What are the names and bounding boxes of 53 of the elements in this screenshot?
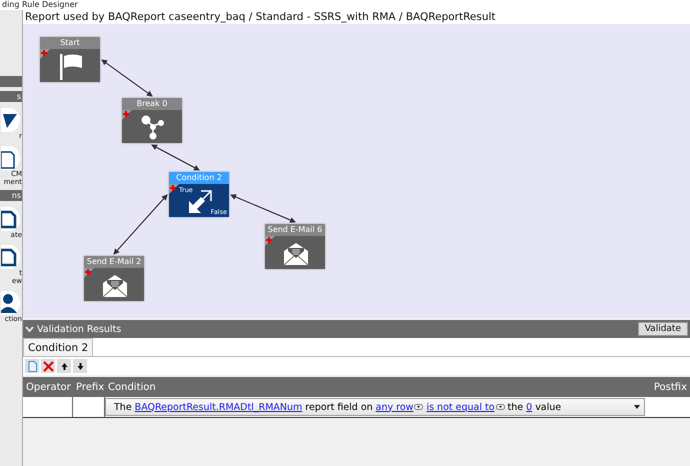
condition-text: the: [508, 402, 524, 412]
workflow-node[interactable]: Send E-Mail 6: [265, 224, 325, 269]
connector-arrow: [113, 194, 168, 255]
section-header: s: [0, 91, 22, 102]
field-link[interactable]: BAQReportResult.RMADtl_RMANum: [134, 402, 302, 412]
column-header: Operator: [25, 382, 72, 392]
option-link[interactable]: is not equal to: [426, 402, 495, 412]
condition-text: report field on: [305, 402, 373, 412]
close-icon: [42, 360, 54, 372]
node-title: Start: [40, 37, 100, 49]
branch-icon: [140, 113, 166, 141]
chevron-icon[interactable]: [25, 326, 34, 332]
node-title: Condition 2: [169, 172, 229, 184]
dropdown-arrow-icon[interactable]: [634, 405, 640, 409]
workflow-node[interactable]: Start: [40, 37, 100, 82]
column-header: Condition: [107, 382, 157, 392]
option-link[interactable]: any row: [376, 402, 414, 412]
workflow-node[interactable]: Send E-Mail 2: [84, 256, 144, 301]
flag-icon: [58, 52, 84, 80]
section-header: ns: [0, 190, 22, 201]
document-icon: [26, 360, 38, 372]
condition-text: value: [535, 402, 562, 412]
validate-button[interactable]: Validate: [638, 322, 688, 336]
arrow-up-icon: [58, 360, 70, 372]
dropdown-arrow-icon[interactable]: [496, 404, 505, 410]
window-title: ding Rule Designer: [0, 0, 690, 10]
connector-arrow: [101, 59, 153, 97]
breadcrumb: Report used by BAQReport caseentry_baq / Standard - SSRS_with RMA / BAQReportResult: [23, 10, 690, 24]
new-document-button[interactable]: [25, 359, 39, 373]
connector-arrow: [151, 144, 200, 170]
node-title: Break 0: [122, 98, 182, 110]
node-title: Send E-Mail 2: [84, 256, 144, 268]
workflow-node[interactable]: Break 0: [122, 98, 182, 143]
document-icon[interactable]: [1, 146, 21, 170]
arrow-down-icon: [74, 360, 86, 372]
dropdown-arrow-icon[interactable]: [414, 404, 424, 410]
plus-icon[interactable]: [169, 184, 179, 194]
column-header: Prefix: [75, 382, 105, 392]
condition-dropdown[interactable]: The BAQReportResult.RMADtl_RMANum report field on any row is not equal to the 0 value: [105, 398, 645, 416]
field-link[interactable]: 0: [526, 402, 532, 412]
page-icon[interactable]: [1, 245, 21, 269]
connector-arrow: [230, 194, 296, 223]
triangle-icon[interactable]: [1, 108, 21, 132]
column-header: Postfix: [652, 382, 688, 392]
move-up-button[interactable]: [57, 359, 71, 373]
tab[interactable]: Condition 2: [23, 338, 94, 356]
condition-text: The: [114, 402, 132, 412]
move-down-button[interactable]: [73, 359, 87, 373]
node-title: Send E-Mail 6: [265, 224, 325, 236]
person-icon[interactable]: [1, 291, 21, 315]
page-icon[interactable]: [1, 207, 21, 231]
validation-title: Validation Results: [37, 324, 122, 334]
section-header: [0, 76, 22, 87]
